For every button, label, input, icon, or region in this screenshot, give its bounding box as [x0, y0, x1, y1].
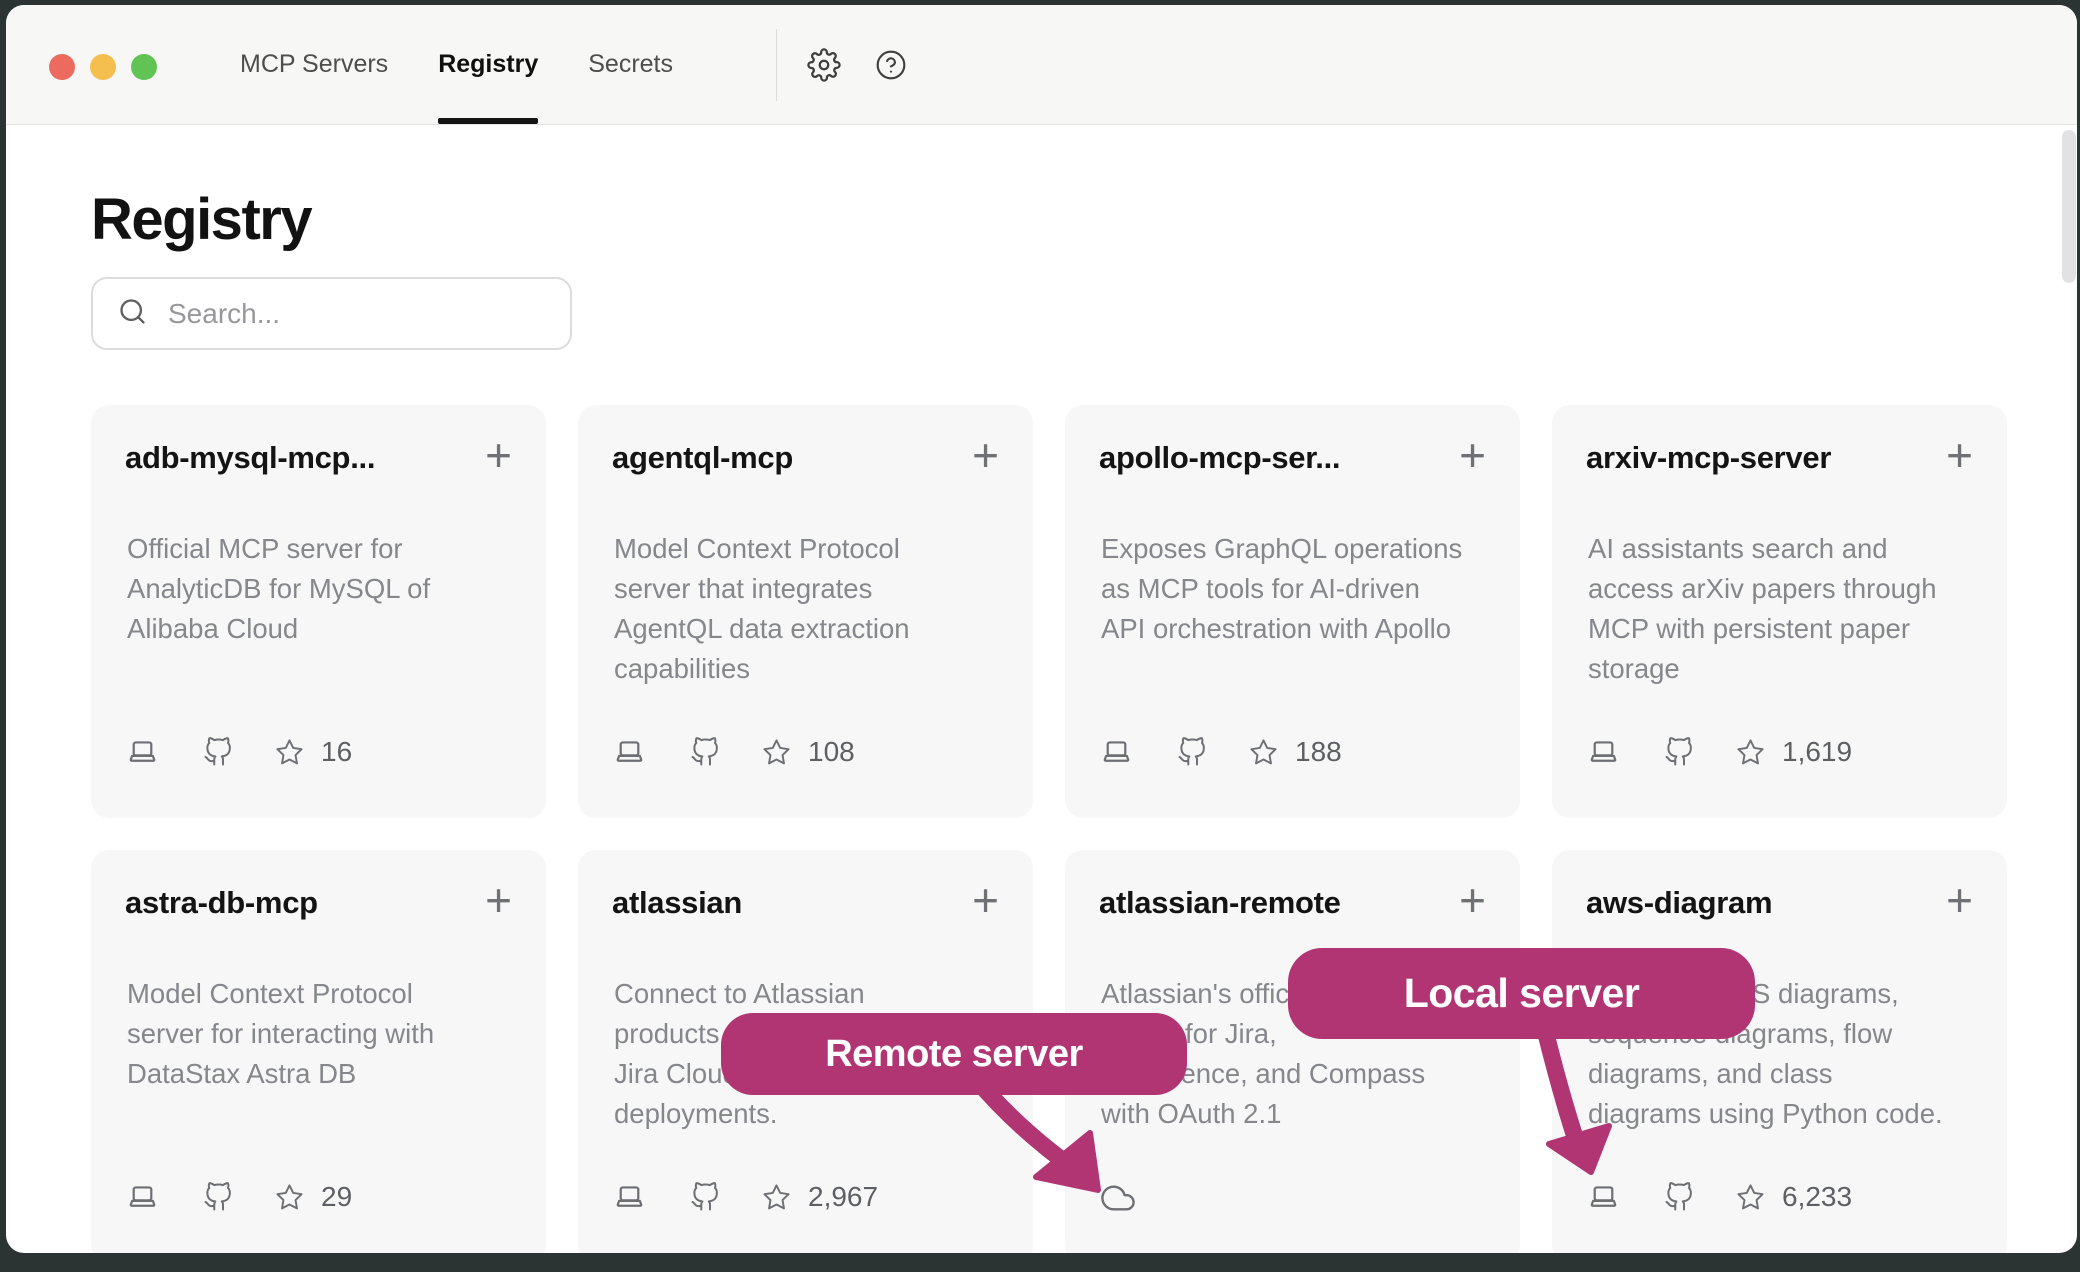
titlebar: MCP Servers Registry Secrets — [6, 5, 2077, 125]
window-controls — [49, 54, 157, 80]
server-name: adb-mysql-mcp... — [125, 440, 375, 476]
card-footer: 29 — [127, 1181, 352, 1213]
help-button[interactable] — [875, 49, 907, 81]
star-count: 108 — [808, 736, 855, 768]
star-count: 1,619 — [1782, 736, 1852, 768]
add-server-button[interactable]: + — [477, 440, 512, 470]
card-footer: 188 — [1101, 736, 1342, 768]
card-footer: 1,619 — [1588, 736, 1852, 768]
server-name: agentql-mcp — [612, 440, 793, 476]
server-name: atlassian — [612, 885, 742, 921]
server-card-atlassian[interactable]: atlassian + Connect to Atlassian product… — [578, 850, 1033, 1253]
star-count: 188 — [1295, 736, 1342, 768]
search-box — [91, 277, 572, 350]
card-footer: 16 — [127, 736, 352, 768]
laptop-icon — [1588, 737, 1619, 768]
server-description: AI assistants search and access arXiv pa… — [1588, 529, 1981, 689]
add-server-button[interactable]: + — [1451, 885, 1486, 915]
server-description: Generate AWS diagrams, sequence diagrams… — [1588, 974, 1981, 1134]
search-icon — [117, 296, 148, 332]
close-button[interactable] — [49, 54, 75, 80]
server-description: Model Context Protocol server that integ… — [614, 529, 1007, 689]
card-footer: 2,967 — [614, 1181, 878, 1213]
laptop-icon — [1588, 1182, 1619, 1213]
star-count: 16 — [321, 736, 352, 768]
github-icon[interactable] — [203, 737, 233, 767]
help-circle-icon — [875, 49, 907, 81]
settings-button[interactable] — [807, 48, 841, 82]
add-server-button[interactable]: + — [964, 885, 999, 915]
laptop-icon — [127, 737, 158, 768]
star-icon — [762, 738, 791, 767]
add-server-button[interactable]: + — [1938, 885, 1973, 915]
github-icon[interactable] — [690, 1182, 720, 1212]
cloud-icon — [1101, 1181, 1135, 1215]
server-card-arxiv-mcp-server[interactable]: arxiv-mcp-server + AI assistants search … — [1552, 405, 2007, 818]
github-icon[interactable] — [1664, 1182, 1694, 1212]
github-icon[interactable] — [690, 737, 720, 767]
search-input[interactable] — [166, 297, 570, 331]
star-count: 2,967 — [808, 1181, 878, 1213]
server-description: Model Context Protocol server for intera… — [127, 974, 520, 1094]
titlebar-divider — [776, 29, 777, 101]
card-footer: 6,233 — [1588, 1181, 1852, 1213]
github-icon[interactable] — [203, 1182, 233, 1212]
server-name: apollo-mcp-ser... — [1099, 440, 1340, 476]
server-card-astra-db-mcp[interactable]: astra-db-mcp + Model Context Protocol se… — [91, 850, 546, 1253]
titlebar-actions — [807, 5, 907, 124]
laptop-icon — [1101, 737, 1132, 768]
add-server-button[interactable]: + — [477, 885, 512, 915]
tab-secrets[interactable]: Secrets — [588, 5, 673, 124]
titlebar-tabs: MCP Servers Registry Secrets — [240, 5, 673, 124]
star-icon — [1736, 738, 1765, 767]
server-card-adb-mysql-mcp[interactable]: adb-mysql-mcp... + Official MCP server f… — [91, 405, 546, 818]
add-server-button[interactable]: + — [964, 440, 999, 470]
server-description: Atlassian's official MCP server for Jira… — [1101, 974, 1494, 1134]
star-icon — [275, 738, 304, 767]
add-server-button[interactable]: + — [1938, 440, 1973, 470]
star-icon — [1249, 738, 1278, 767]
gear-icon — [807, 48, 841, 82]
github-icon[interactable] — [1177, 737, 1207, 767]
server-description: Exposes GraphQL operations as MCP tools … — [1101, 529, 1494, 649]
app-window: MCP Servers Registry Secrets Registry — [6, 5, 2077, 1253]
zoom-button[interactable] — [131, 54, 157, 80]
server-name: astra-db-mcp — [125, 885, 318, 921]
star-count: 6,233 — [1782, 1181, 1852, 1213]
server-description: Connect to Atlassian products (Confluenc… — [614, 974, 1007, 1134]
server-name: arxiv-mcp-server — [1586, 440, 1831, 476]
server-card-apollo-mcp-server[interactable]: apollo-mcp-ser... + Exposes GraphQL oper… — [1065, 405, 1520, 818]
tab-registry[interactable]: Registry — [438, 5, 538, 124]
server-card-agentql-mcp[interactable]: agentql-mcp + Model Context Protocol ser… — [578, 405, 1033, 818]
laptop-icon — [614, 1182, 645, 1213]
card-footer — [1101, 1181, 1135, 1215]
card-footer: 108 — [614, 736, 855, 768]
server-name: aws-diagram — [1586, 885, 1772, 921]
server-card-aws-diagram[interactable]: aws-diagram + Generate AWS diagrams, seq… — [1552, 850, 2007, 1253]
laptop-icon — [614, 737, 645, 768]
github-icon[interactable] — [1664, 737, 1694, 767]
minimize-button[interactable] — [90, 54, 116, 80]
star-count: 29 — [321, 1181, 352, 1213]
star-icon — [1736, 1183, 1765, 1212]
star-icon — [762, 1183, 791, 1212]
tab-mcp-servers[interactable]: MCP Servers — [240, 5, 388, 124]
page-title: Registry — [91, 186, 311, 253]
star-icon — [275, 1183, 304, 1212]
server-name: atlassian-remote — [1099, 885, 1341, 921]
scrollbar-thumb[interactable] — [2062, 130, 2076, 283]
add-server-button[interactable]: + — [1451, 440, 1486, 470]
laptop-icon — [127, 1182, 158, 1213]
server-card-grid: adb-mysql-mcp... + Official MCP server f… — [91, 405, 2007, 1253]
server-description: Official MCP server for AnalyticDB for M… — [127, 529, 520, 649]
server-card-atlassian-remote[interactable]: atlassian-remote + Atlassian's official … — [1065, 850, 1520, 1253]
